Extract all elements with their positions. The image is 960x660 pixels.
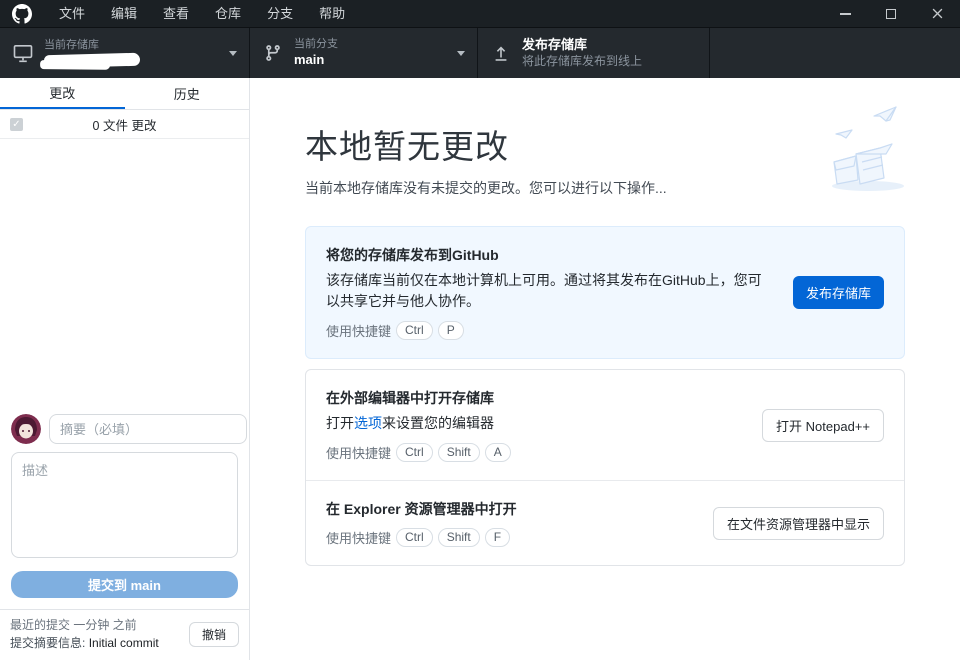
menu-edit[interactable]: 编辑	[98, 0, 150, 28]
menu-file[interactable]: 文件	[46, 0, 98, 28]
menu-branch[interactable]: 分支	[254, 0, 306, 28]
publish-card-description: 该存储库当前仅在本地计算机上可用。通过将其发布在GitHub上，您可以共享它并与…	[326, 272, 762, 309]
menu-repository[interactable]: 仓库	[202, 0, 254, 28]
chevron-down-icon	[229, 50, 237, 56]
recent-commit-message: Initial commit	[88, 635, 159, 650]
open-in-editor-row: 在外部编辑器中打开存储库 打开选项来设置您的编辑器 使用快捷键 Ctrl Shi…	[306, 370, 904, 480]
explorer-row-shortcut: 使用快捷键 Ctrl Shift F	[326, 528, 693, 547]
window-controls	[822, 0, 960, 28]
upload-icon	[490, 44, 512, 62]
github-logo-icon	[12, 3, 32, 24]
titlebar: 文件 编辑 查看 仓库 分支 帮助	[0, 0, 960, 28]
select-all-checkbox: ✓	[10, 117, 23, 131]
close-button[interactable]	[914, 0, 960, 28]
kbd-a: A	[484, 443, 511, 462]
publish-card-title: 将您的存储库发布到GitHub	[326, 247, 499, 263]
actions-card: 在外部编辑器中打开存储库 打开选项来设置您的编辑器 使用快捷键 Ctrl Shi…	[305, 369, 905, 566]
recent-commit-panel: 最近的提交 一分钟 之前 提交摘要信息: Initial commit 撤销	[0, 609, 249, 660]
toolbar: 当前存储库 当前分支 main 发布存储库 将此存储库发布到线上	[0, 28, 960, 78]
kbd-shift: Shift	[437, 528, 480, 547]
commit-form: 提交到 main	[0, 404, 249, 609]
tab-history[interactable]: 历史	[125, 78, 250, 109]
toolbar-empty-area	[710, 28, 960, 78]
computer-icon	[12, 43, 34, 63]
current-repository-label: 当前存储库	[44, 38, 99, 51]
files-changed-count: 0 文件 更改	[92, 118, 157, 133]
menu-help[interactable]: 帮助	[306, 0, 358, 28]
kbd-p: P	[437, 321, 464, 340]
editor-row-description: 打开选项来设置您的编辑器	[326, 415, 494, 431]
commit-description-input[interactable]	[11, 452, 238, 559]
changed-files-header: ✓ 0 文件 更改	[0, 110, 249, 139]
avatar	[11, 414, 41, 445]
show-in-explorer-button[interactable]: 在文件资源管理器中显示	[712, 506, 884, 540]
git-branch-icon	[262, 44, 284, 62]
main-panel: 本地暂无更改 当前本地存储库没有未提交的更改。您可以进行以下操作... 将您的存…	[250, 78, 960, 660]
current-repository-selector[interactable]: 当前存储库	[0, 28, 250, 78]
current-branch-name: main	[294, 51, 325, 67]
sidebar: 更改 历史 ✓ 0 文件 更改 摘要（必填） 描述 提交到 main 最近的提交…	[0, 78, 250, 660]
close-icon	[932, 8, 942, 19]
explorer-row-title: 在 Explorer 资源管理器中打开	[326, 501, 517, 517]
open-in-explorer-row: 在 Explorer 资源管理器中打开 使用快捷键 Ctrl Shift F 在…	[306, 480, 904, 565]
options-link[interactable]: 选项	[354, 415, 382, 431]
publish-to-github-card: 将您的存储库发布到GitHub 该存储库当前仅在本地计算机上可用。通过将其发布在…	[305, 226, 905, 359]
kbd-shift: Shift	[437, 443, 480, 462]
minimize-button[interactable]	[822, 0, 868, 28]
kbd-ctrl: Ctrl	[396, 528, 433, 547]
changes-list-empty-area	[0, 139, 249, 404]
publish-repository-button[interactable]: 发布存储库	[792, 276, 884, 309]
kbd-f: F	[484, 528, 511, 547]
maximize-icon	[886, 8, 896, 19]
publish-repository-title: 发布存储库	[522, 37, 588, 53]
sidebar-tabs: 更改 历史	[0, 78, 249, 110]
current-branch-label: 当前分支	[294, 38, 338, 50]
chevron-down-icon	[457, 50, 465, 56]
redacted-repository-name	[43, 53, 141, 69]
maximize-button[interactable]	[868, 0, 914, 28]
menu-view[interactable]: 查看	[150, 0, 202, 28]
publish-repository-toolbar-button[interactable]: 发布存储库 将此存储库发布到线上	[478, 28, 710, 78]
empty-state-illustration	[816, 104, 916, 201]
publish-repository-subtitle: 将此存储库发布到线上	[522, 53, 643, 68]
commit-to-main-button[interactable]: 提交到 main	[11, 571, 238, 599]
minimize-icon	[839, 12, 851, 15]
kbd-ctrl: Ctrl	[396, 321, 433, 340]
tab-changes[interactable]: 更改	[0, 78, 125, 109]
editor-row-shortcut: 使用快捷键 Ctrl Shift A	[326, 443, 742, 462]
editor-row-title: 在外部编辑器中打开存储库	[326, 390, 494, 406]
open-notepad-button[interactable]: 打开 Notepad++	[762, 408, 884, 442]
kbd-ctrl: Ctrl	[396, 443, 433, 462]
undo-button[interactable]: 撤销	[188, 622, 239, 648]
publish-card-shortcut: 使用快捷键 Ctrl P	[326, 321, 773, 340]
current-branch-selector[interactable]: 当前分支 main	[250, 28, 478, 78]
commit-summary-input[interactable]	[49, 414, 247, 445]
